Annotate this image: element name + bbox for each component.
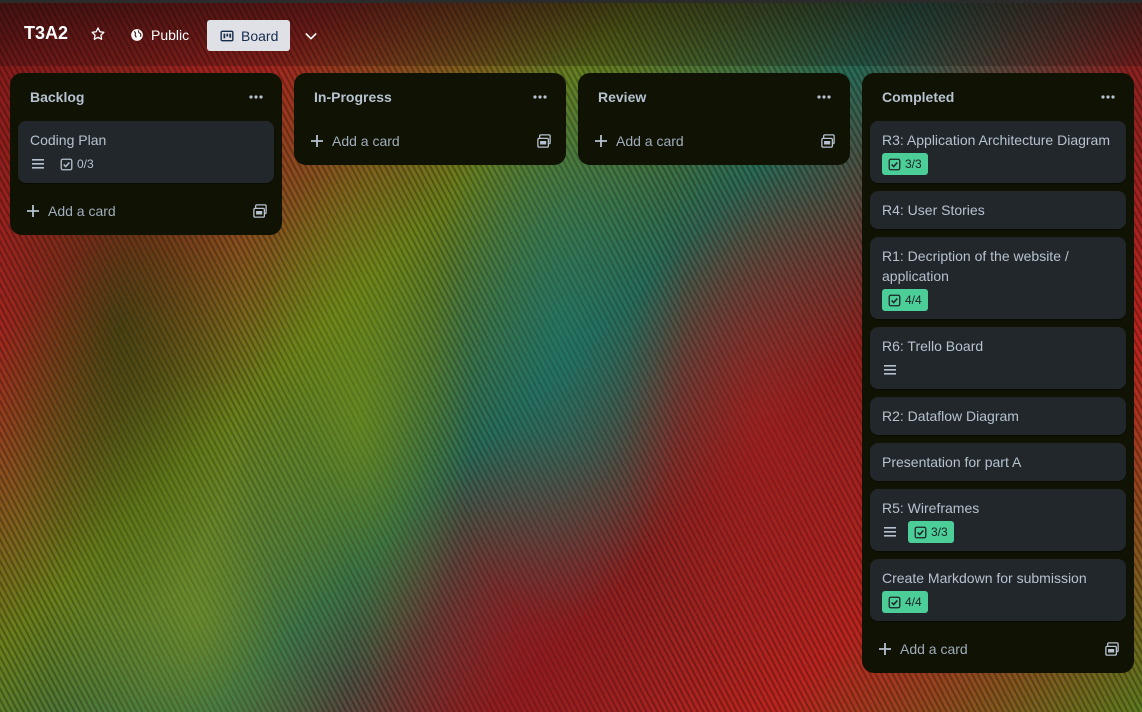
checklist-icon [888, 596, 901, 608]
card-title: R2: Dataflow Diagram [882, 408, 1019, 424]
add-card-row: Add a card [18, 191, 274, 231]
list-menu-button[interactable] [1094, 83, 1122, 111]
add-card-row: Add a card [302, 121, 558, 161]
card-title: R1: Decription of the website / applicat… [882, 248, 1069, 284]
checklist-icon [888, 294, 901, 306]
list-header: Backlog [18, 73, 274, 121]
list-header: In-Progress [302, 73, 558, 121]
board-view-button[interactable]: Board [207, 20, 290, 51]
card[interactable]: R2: Dataflow Diagram [870, 397, 1126, 435]
template-icon [253, 204, 267, 218]
checklist-count: 4/4 [905, 595, 922, 609]
star-button[interactable] [86, 21, 110, 47]
template-icon [821, 134, 835, 148]
list-review: Review Add a card [578, 73, 850, 165]
add-card-row: Add a card [586, 121, 842, 161]
list-menu-button[interactable] [810, 83, 838, 111]
board-icon [220, 30, 234, 41]
card-title: R3: Application Architecture Diagram [882, 132, 1110, 148]
list-in-progress: In-Progress Add a card [294, 73, 566, 165]
plus-icon [27, 205, 39, 217]
plus-icon [311, 135, 323, 147]
list-title[interactable]: Backlog [30, 89, 84, 105]
card[interactable]: R6: Trello Board [870, 327, 1126, 389]
card-badges: 4/4 [882, 289, 1114, 311]
checklist-badge: 4/4 [882, 591, 928, 613]
list-header: Completed [870, 73, 1126, 121]
board-title[interactable]: T3A2 [24, 23, 68, 44]
globe-icon [131, 29, 143, 41]
add-card-label: Add a card [616, 133, 684, 149]
more-icon [249, 95, 263, 99]
checklist-icon [914, 526, 927, 538]
checklist-count: 3/3 [905, 157, 922, 171]
description-icon [882, 524, 898, 540]
template-icon [537, 134, 551, 148]
card-title: R6: Trello Board [882, 338, 984, 354]
checklist-badge: 3/3 [882, 153, 928, 175]
card[interactable]: Create Markdown for submission 4/4 [870, 559, 1126, 621]
create-from-template-button[interactable] [250, 201, 270, 221]
add-card-label: Add a card [48, 203, 116, 219]
checklist-icon [888, 158, 901, 170]
checklist-count: 3/3 [931, 525, 948, 539]
card[interactable]: R1: Decription of the website / applicat… [870, 237, 1126, 319]
list-menu-button[interactable] [242, 83, 270, 111]
checklist-badge: 0/3 [56, 153, 98, 175]
card[interactable]: R5: Wireframes 3/3 [870, 489, 1126, 551]
visibility-label: Public [151, 27, 190, 43]
list-menu-button[interactable] [526, 83, 554, 111]
star-icon [91, 27, 105, 40]
list-backlog: Backlog Coding Plan 0/3 Add a card [10, 73, 282, 235]
create-from-template-button[interactable] [1102, 639, 1122, 659]
card-badges: 3/3 [882, 153, 1114, 175]
add-card-label: Add a card [332, 133, 400, 149]
create-from-template-button[interactable] [818, 131, 838, 151]
template-icon [1105, 642, 1119, 656]
card[interactable]: Presentation for part A [870, 443, 1126, 481]
list-completed: Completed R3: Application Architecture D… [862, 73, 1134, 673]
card-badges: 4/4 [882, 591, 1114, 613]
more-icon [1101, 95, 1115, 99]
card[interactable]: R4: User Stories [870, 191, 1126, 229]
description-icon [882, 362, 898, 378]
more-icon [817, 95, 831, 99]
card-title: Presentation for part A [882, 454, 1022, 470]
description-icon [30, 156, 46, 172]
card[interactable]: Coding Plan 0/3 [18, 121, 274, 183]
add-card-row: Add a card [870, 629, 1126, 669]
list-title[interactable]: Review [598, 89, 646, 105]
card-title: Create Markdown for submission [882, 570, 1087, 586]
chevron-down-icon [305, 32, 317, 39]
list-title[interactable]: In-Progress [314, 89, 392, 105]
add-card-button[interactable]: Add a card [26, 203, 116, 219]
create-from-template-button[interactable] [534, 131, 554, 151]
add-card-button[interactable]: Add a card [310, 133, 400, 149]
checklist-count: 4/4 [905, 293, 922, 307]
list-header: Review [586, 73, 842, 121]
switch-view-button[interactable] [298, 20, 324, 51]
card-title: R4: User Stories [882, 202, 985, 218]
card[interactable]: R3: Application Architecture Diagram 3/3 [870, 121, 1126, 183]
checklist-count: 0/3 [77, 157, 94, 171]
card-badges: 0/3 [30, 154, 262, 174]
board-header: T3A2 Public Board [0, 0, 1142, 66]
list-title[interactable]: Completed [882, 89, 954, 105]
plus-icon [879, 643, 891, 655]
card-title: Coding Plan [30, 132, 107, 148]
more-icon [533, 95, 547, 99]
checklist-badge: 3/3 [908, 521, 954, 543]
plus-icon [595, 135, 607, 147]
card-title: R5: Wireframes [882, 500, 980, 516]
card-badges [882, 360, 1114, 380]
visibility-button[interactable]: Public [122, 20, 197, 50]
card-badges: 3/3 [882, 521, 1114, 543]
checklist-badge: 4/4 [882, 289, 928, 311]
add-card-label: Add a card [900, 641, 968, 657]
add-card-button[interactable]: Add a card [594, 133, 684, 149]
add-card-button[interactable]: Add a card [878, 641, 968, 657]
checklist-icon [60, 158, 73, 170]
board-view-label: Board [241, 27, 279, 44]
